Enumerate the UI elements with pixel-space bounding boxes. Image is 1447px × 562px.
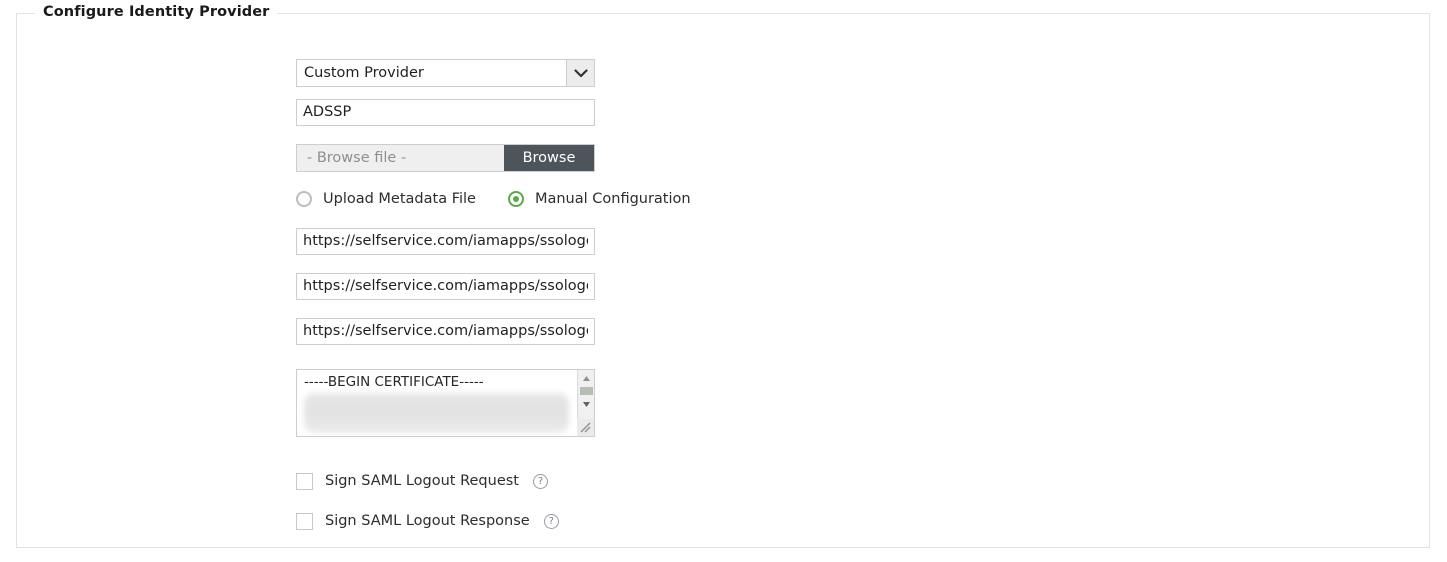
- panel-legend: Configure Identity Provider: [35, 4, 278, 20]
- field-login-url: [296, 272, 595, 300]
- field-identity-provider: Custom Provider: [296, 59, 595, 87]
- field-sign-logout-request: Sign SAML Logout Request ?: [296, 472, 548, 490]
- checkbox-box-sign-logout-response[interactable]: [296, 512, 313, 530]
- certificate-textarea[interactable]: -----BEGIN CERTIFICATE-----: [296, 369, 595, 437]
- certificate-first-line: -----BEGIN CERTIFICATE-----: [304, 374, 484, 390]
- radio-label-upload-metadata: Upload Metadata File: [323, 191, 476, 207]
- provider-name-input[interactable]: [296, 98, 595, 126]
- identity-provider-select[interactable]: Custom Provider: [296, 59, 595, 87]
- identity-provider-select-value: Custom Provider: [304, 65, 424, 81]
- configure-identity-provider-panel: Configure Identity Provider Identity Pro…: [16, 4, 1430, 548]
- scrollbar-thumb[interactable]: [579, 387, 593, 395]
- resize-grip-icon[interactable]: [577, 419, 594, 436]
- checkbox-box-sign-logout-request[interactable]: [296, 472, 313, 490]
- chevron-down-icon[interactable]: [566, 60, 594, 86]
- field-provider-name: [296, 98, 595, 126]
- scroll-down-icon[interactable]: [578, 396, 595, 412]
- checkbox-label-sign-logout-request: Sign SAML Logout Request: [325, 473, 519, 489]
- radio-circle-upload-metadata[interactable]: [296, 191, 312, 207]
- field-issuer-url: [296, 227, 595, 255]
- checkbox-sign-saml-logout-response[interactable]: Sign SAML Logout Response ?: [296, 512, 559, 530]
- checkbox-sign-saml-logout-request[interactable]: Sign SAML Logout Request ?: [296, 472, 548, 490]
- field-saml-mode: Upload Metadata File Manual Configuratio…: [296, 191, 691, 207]
- field-provider-logo: - Browse file - Browse: [296, 144, 595, 172]
- checkbox-label-sign-logout-response: Sign SAML Logout Response: [325, 513, 530, 529]
- radio-circle-manual-configuration[interactable]: [507, 191, 524, 207]
- field-sign-logout-response: Sign SAML Logout Response ?: [296, 512, 559, 530]
- provider-logo-file-picker[interactable]: - Browse file - Browse: [296, 144, 595, 172]
- logout-url-input[interactable]: [296, 317, 595, 345]
- radio-upload-metadata-file[interactable]: Upload Metadata File: [296, 191, 476, 207]
- field-logout-url: [296, 317, 595, 345]
- scroll-up-icon[interactable]: [578, 370, 595, 386]
- certificate-redacted-body: [304, 393, 569, 433]
- field-certificate: -----BEGIN CERTIFICATE-----: [296, 369, 595, 437]
- saml-mode-radio-group: Upload Metadata File Manual Configuratio…: [296, 191, 691, 207]
- radio-label-manual-configuration: Manual Configuration: [534, 191, 691, 207]
- radio-manual-configuration[interactable]: Manual Configuration: [507, 191, 691, 207]
- browse-button[interactable]: Browse: [504, 145, 594, 171]
- help-icon-sign-logout-request[interactable]: ?: [532, 473, 548, 489]
- help-icon-sign-logout-response[interactable]: ?: [543, 513, 559, 529]
- login-url-input[interactable]: [296, 272, 595, 300]
- issuer-url-input[interactable]: [296, 227, 595, 255]
- provider-logo-filename: - Browse file -: [297, 145, 504, 171]
